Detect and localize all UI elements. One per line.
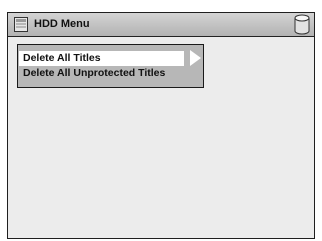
hdd-menu-screen: HDD Menu Delete All Titles Delete All Un… (7, 12, 315, 239)
triangle-right-icon (190, 50, 201, 66)
page-title: HDD Menu (34, 18, 90, 30)
hdd-cylinder-icon (294, 14, 310, 35)
title-bar: HDD Menu (8, 13, 314, 37)
menu-item-delete-all-titles[interactable]: Delete All Titles (19, 51, 184, 66)
menu-item-delete-all-unprotected-titles[interactable]: Delete All Unprotected Titles (19, 66, 199, 81)
delete-options-menu: Delete All Titles Delete All Unprotected… (17, 44, 204, 88)
hdd-icon (14, 17, 28, 32)
